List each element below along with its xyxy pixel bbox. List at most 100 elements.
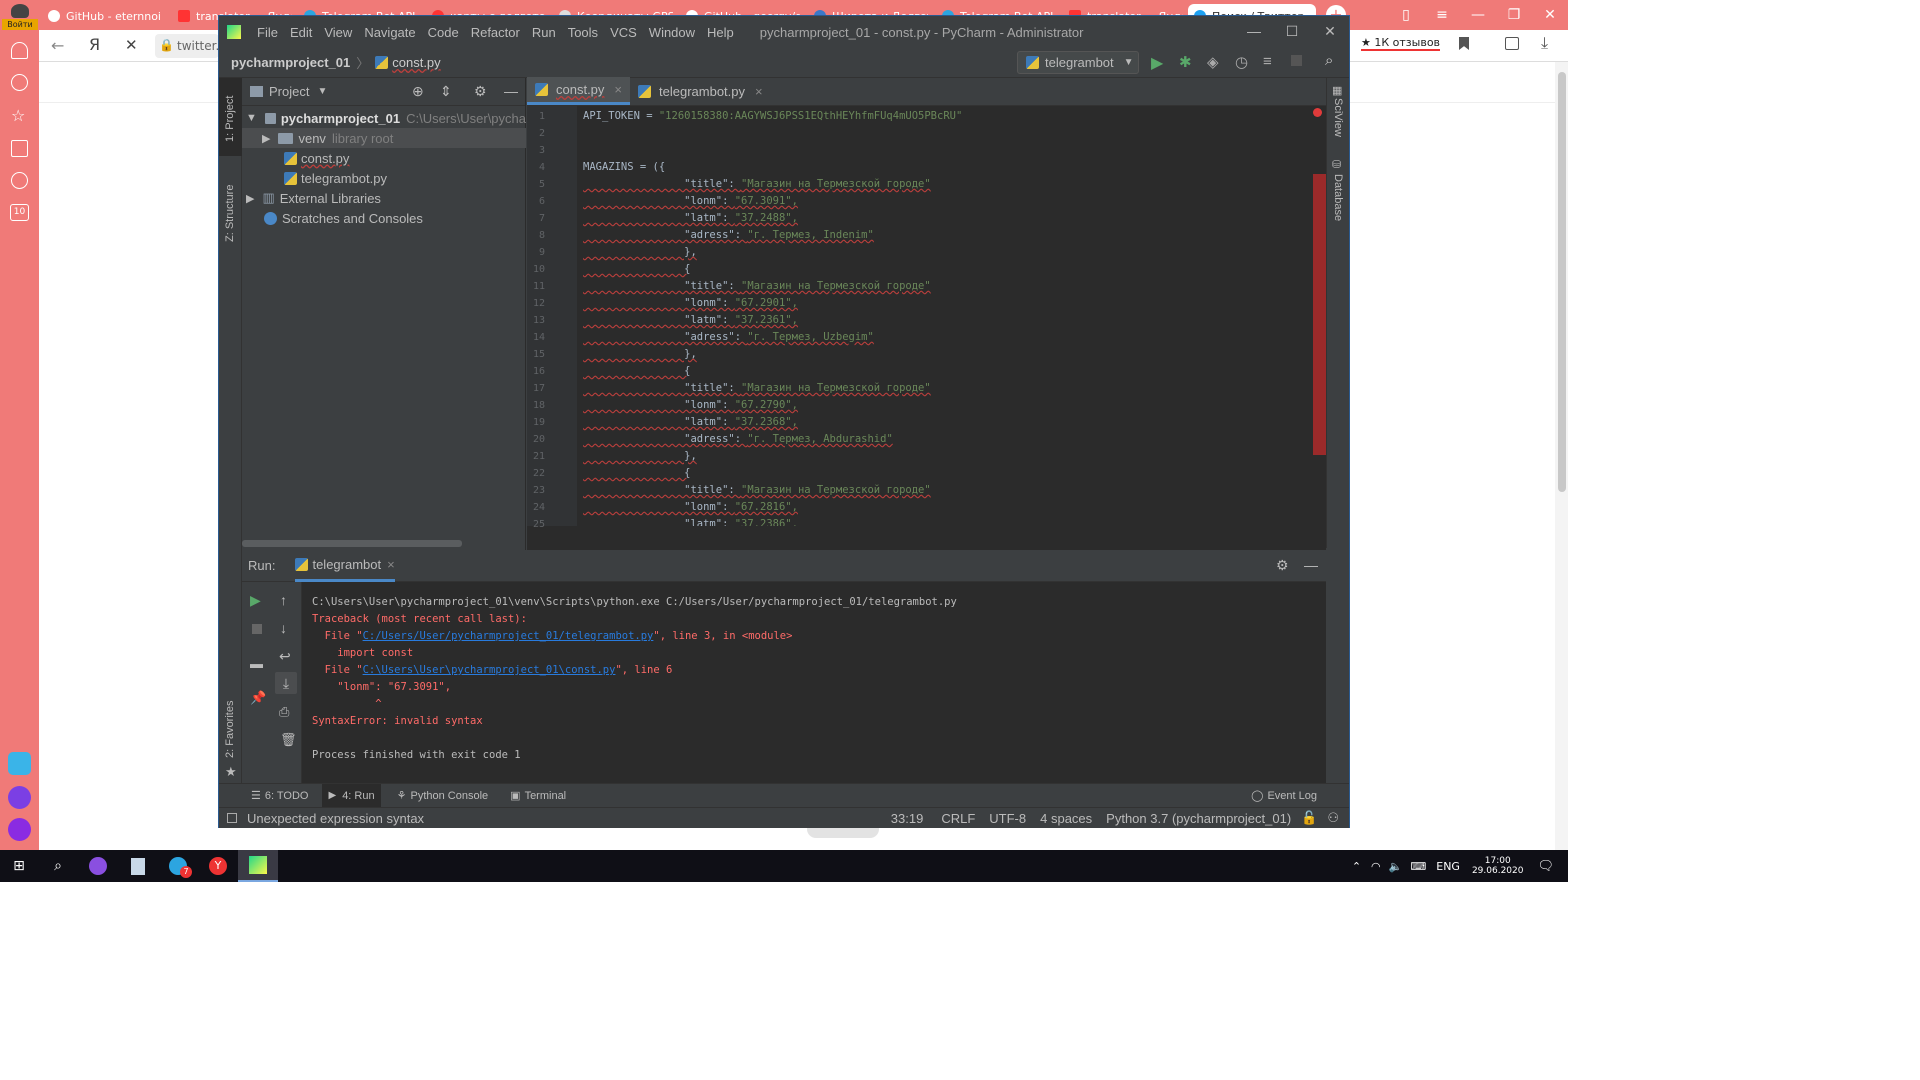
bookmark-icon[interactable] xyxy=(1459,37,1469,50)
tree-item-file[interactable]: telegrambot.py xyxy=(284,168,387,188)
login-label[interactable]: Войти xyxy=(2,19,38,30)
profile-icon[interactable]: ◷ xyxy=(1235,53,1248,71)
run-config-dropdown[interactable]: telegrambot ▼ xyxy=(1017,51,1139,74)
structure-tool-label[interactable]: Z: Structure xyxy=(224,185,236,242)
close-icon[interactable]: ✕ xyxy=(1532,0,1568,30)
event-log-tab[interactable]: Event Log xyxy=(1267,790,1317,802)
code-line[interactable]: "title": "Магазин на Термезской городе" xyxy=(583,176,931,193)
star-icon[interactable]: ☆ xyxy=(11,106,25,125)
project-tool-tab[interactable]: 1: Project xyxy=(219,78,242,156)
console-file-link[interactable]: C:/Users/User/pycharmproject_01/telegram… xyxy=(363,630,654,642)
soft-wrap-icon[interactable]: ↩ xyxy=(279,648,291,665)
close-button[interactable]: ✕ xyxy=(1311,16,1349,46)
code-line[interactable]: "latm": "37.2361", xyxy=(583,312,798,329)
gear-icon[interactable]: ⚙ xyxy=(1276,557,1289,574)
code-line[interactable]: "adress": "г. Термез, Indenim" xyxy=(583,227,874,244)
bell-icon[interactable] xyxy=(11,42,28,59)
start-button[interactable]: ⊞ xyxy=(0,850,38,882)
close-icon[interactable]: × xyxy=(387,557,395,572)
back-icon[interactable]: ← xyxy=(51,36,64,55)
code-line[interactable]: API_TOKEN = "1260158380:AAGYWSJ6PSS1EQth… xyxy=(583,108,962,125)
hide-icon[interactable]: — xyxy=(1304,557,1318,573)
file-explorer-icon[interactable] xyxy=(118,850,158,882)
download-icon[interactable]: ⤓ xyxy=(1541,33,1548,53)
search-icon[interactable]: ⌕ xyxy=(1325,52,1333,69)
page-scroll-thumb[interactable] xyxy=(1558,72,1566,492)
keyboard-icon[interactable]: ⌨ xyxy=(1410,860,1426,873)
code-line[interactable]: "lonm": "67.2816", xyxy=(583,499,798,516)
code-line[interactable]: "latm": "37.2368", xyxy=(583,414,798,431)
code-text[interactable]: API_TOKEN = "1260158380:AAGYWSJ6PSS1EQth… xyxy=(583,106,1303,526)
code-line[interactable]: "title": "Магазин на Термезской городе" xyxy=(583,380,931,397)
menu-edit[interactable]: Edit xyxy=(284,25,318,40)
stop-icon[interactable] xyxy=(252,624,262,634)
code-line[interactable]: { xyxy=(583,465,690,482)
code-line[interactable]: "adress": "г. Термез, Abdurashid" xyxy=(583,431,893,448)
menu-vcs[interactable]: VCS xyxy=(604,25,643,40)
messenger-icon[interactable] xyxy=(8,752,31,775)
locate-icon[interactable]: ⊕ xyxy=(412,83,424,100)
lock-icon[interactable]: 🔓 xyxy=(1301,810,1317,826)
tab-telegrambot-py[interactable]: telegrambot.py × xyxy=(630,77,771,105)
counter-badge-icon[interactable]: 10 xyxy=(10,204,29,221)
scroll-to-end-icon[interactable]: ⤓ xyxy=(275,672,297,694)
debug-icon[interactable]: ✱ xyxy=(1179,53,1192,71)
code-line[interactable]: "latm": "37.2386", xyxy=(583,516,798,526)
rerun-icon[interactable]: ▶ xyxy=(250,592,261,609)
run-tab[interactable]: telegrambot × xyxy=(295,550,395,582)
line-separator[interactable]: CRLF xyxy=(941,811,975,826)
close-icon[interactable]: × xyxy=(614,82,622,97)
alice-icon[interactable] xyxy=(8,786,31,809)
code-line[interactable]: }, xyxy=(583,448,697,465)
concurrency-icon[interactable]: ≡ xyxy=(1263,53,1272,70)
code-line[interactable]: }, xyxy=(583,244,697,261)
tree-item-scratches[interactable]: Scratches and Consoles xyxy=(264,208,423,228)
indent-setting[interactable]: 4 spaces xyxy=(1040,811,1092,826)
database-label[interactable]: Database xyxy=(1332,174,1344,221)
menu-help[interactable]: Help xyxy=(701,25,740,40)
code-line[interactable]: MAGAZINS = ({ xyxy=(583,159,665,176)
file-encoding[interactable]: UTF-8 xyxy=(989,811,1026,826)
tree-item-file[interactable]: const.py xyxy=(284,148,349,168)
tray-chevron-icon[interactable]: ⌃ xyxy=(1352,860,1361,873)
code-line[interactable]: "adress": "г. Термез, Uzbegim" xyxy=(583,329,874,346)
stop-icon[interactable] xyxy=(1291,55,1302,66)
close-icon[interactable]: × xyxy=(755,84,763,99)
yandex-home-icon[interactable]: Я xyxy=(89,35,100,54)
trash-icon[interactable]: 🗑 xyxy=(280,732,297,748)
breadcrumb-file[interactable]: const.py xyxy=(392,55,440,70)
search-icon[interactable]: ⌕ xyxy=(38,850,78,882)
wifi-icon[interactable]: ◠ xyxy=(1371,860,1381,873)
print-icon[interactable]: ⎙ xyxy=(279,704,289,720)
caret-position[interactable]: 33:19 xyxy=(891,811,924,826)
minimize-button[interactable]: — xyxy=(1235,16,1273,46)
code-line[interactable]: }, xyxy=(583,346,697,363)
menu-run[interactable]: Run xyxy=(526,25,562,40)
horizontal-scroll-thumb[interactable] xyxy=(242,540,462,547)
sciview-label[interactable]: SciView xyxy=(1332,98,1344,137)
menu-code[interactable]: Code xyxy=(422,25,465,40)
browser-tab[interactable]: GitHub - eternnoir/ xyxy=(42,4,162,28)
tool-windows-icon[interactable] xyxy=(227,813,237,823)
error-indicator-icon[interactable] xyxy=(1313,108,1322,117)
code-line[interactable]: "lonm": "67.2790", xyxy=(583,397,798,414)
restore-icon[interactable]: ❐ xyxy=(1496,0,1532,30)
console-file-link[interactable]: C:\Users\User\pycharmproject_01\const.py xyxy=(363,664,616,676)
notes-icon[interactable] xyxy=(11,140,28,157)
coverage-icon[interactable]: ◈ xyxy=(1207,53,1219,71)
play-icon[interactable] xyxy=(11,172,28,189)
pin-icon[interactable]: 📌 xyxy=(250,690,266,706)
clock[interactable]: 17:00 29.06.2020 xyxy=(1472,856,1524,876)
reviews-badge[interactable]: ★ 1К отзывов xyxy=(1361,36,1441,51)
code-line[interactable]: "lonm": "67.3091", xyxy=(583,193,798,210)
inspection-icon[interactable]: ⚇ xyxy=(1327,810,1339,826)
todo-tab[interactable]: 6: TODO xyxy=(265,790,309,802)
collections-icon[interactable] xyxy=(1505,37,1519,50)
stop-icon[interactable]: ✕ xyxy=(125,36,138,54)
menu-refactor[interactable]: Refactor xyxy=(465,25,526,40)
collapse-icon[interactable]: ⇕ xyxy=(440,83,452,100)
pycharm-taskbar-icon[interactable] xyxy=(238,850,278,882)
notifications-icon[interactable]: 🗨 xyxy=(1537,859,1554,874)
code-line[interactable]: "lonm": "67.2901", xyxy=(583,295,798,312)
run-tool-tab[interactable]: ▶ 4: Run xyxy=(322,783,381,808)
